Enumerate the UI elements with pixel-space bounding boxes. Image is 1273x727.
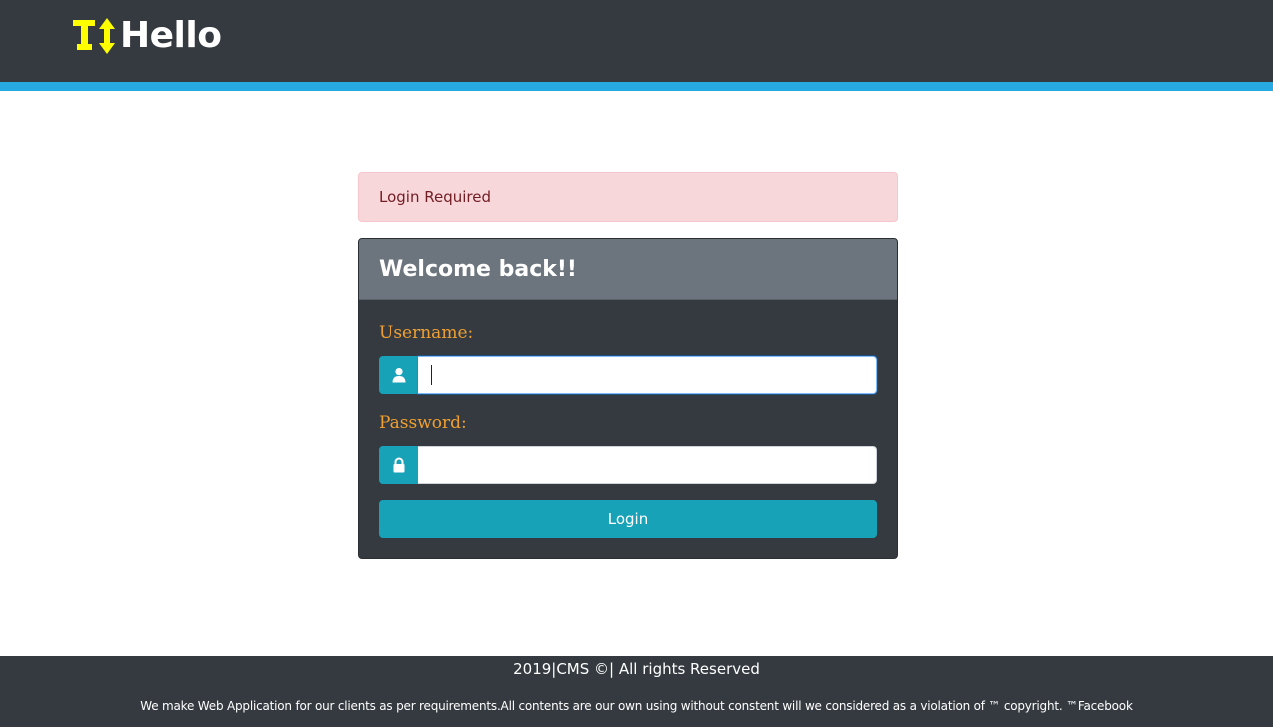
password-input[interactable] bbox=[418, 446, 877, 484]
user-icon bbox=[379, 356, 418, 394]
username-label: Username: bbox=[379, 323, 474, 343]
footer-copyright: 2019|CMS ©| All rights Reserved bbox=[513, 660, 760, 678]
footer-notice: We make Web Application for our clients … bbox=[140, 699, 1133, 713]
password-input-group bbox=[379, 446, 877, 484]
accent-strip bbox=[0, 82, 1273, 91]
brand-link[interactable]: Hello bbox=[72, 14, 222, 58]
footer: 2019|CMS ©| All rights Reserved We make … bbox=[0, 656, 1273, 727]
t-arrows-logo-icon bbox=[73, 18, 115, 54]
card-header: Welcome back!! bbox=[359, 239, 897, 300]
alert-message: Login Required bbox=[379, 188, 491, 206]
lock-icon bbox=[379, 446, 418, 484]
text-cursor bbox=[431, 365, 432, 385]
username-input-group bbox=[379, 356, 877, 394]
brand-title: Hello bbox=[120, 15, 222, 56]
top-navbar: Hello bbox=[0, 0, 1273, 82]
username-input[interactable] bbox=[418, 356, 877, 394]
login-required-alert: Login Required bbox=[358, 172, 898, 222]
login-card: Welcome back!! Username: Password: Login bbox=[358, 238, 898, 559]
card-title: Welcome back!! bbox=[379, 256, 577, 282]
password-label: Password: bbox=[379, 413, 467, 433]
login-button[interactable]: Login bbox=[379, 500, 877, 538]
